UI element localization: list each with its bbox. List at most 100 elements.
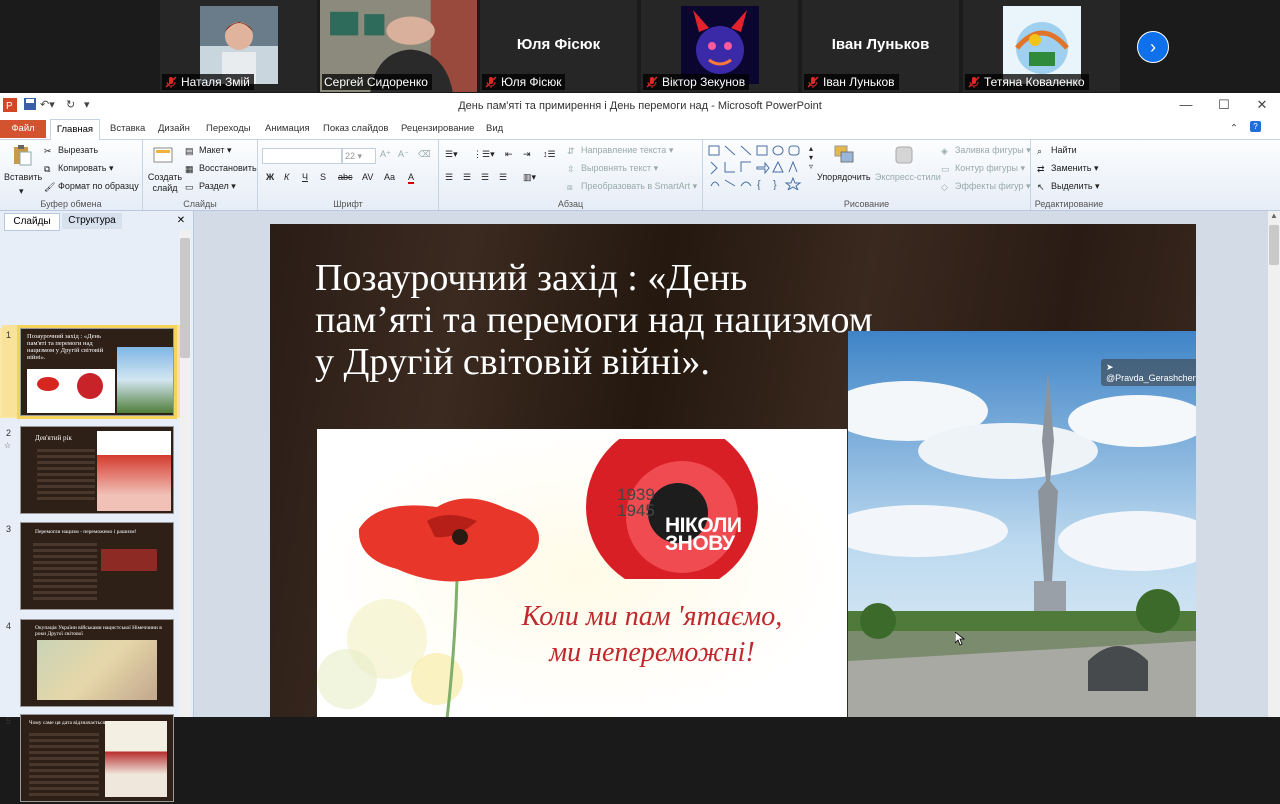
- slide-thumbnail[interactable]: Окупація України військами нацистської Н…: [20, 619, 174, 707]
- scroll-thumb[interactable]: [180, 238, 190, 358]
- italic-button[interactable]: К: [284, 172, 289, 182]
- shape-fill-button[interactable]: ◈ Заливка фигуры ▾: [941, 145, 1031, 156]
- tab-review[interactable]: Рецензирование: [401, 123, 474, 134]
- participant-tile[interactable]: Наталя Змій: [160, 0, 317, 92]
- smartart-button[interactable]: ⧈ Преобразовать в SmartArt ▾: [567, 181, 697, 192]
- reset-button[interactable]: ▦ Восстановить: [185, 163, 257, 174]
- copy-button[interactable]: ⧉ Копировать ▾: [44, 163, 114, 174]
- slide-thumb-row[interactable]: 2 ☆ Дев'ятий рік: [0, 426, 180, 516]
- replace-button[interactable]: ⇄ Заменить ▾: [1037, 163, 1098, 174]
- case-button[interactable]: Aa: [384, 172, 395, 182]
- shape-effects-button[interactable]: ◇ Эффекты фигур ▾: [941, 181, 1031, 192]
- minimize-button[interactable]: —: [1171, 97, 1201, 112]
- motherland-monument-photo[interactable]: ➤ @Pravda_Gerashchenko: [848, 331, 1196, 717]
- shadow-button[interactable]: S: [320, 172, 326, 182]
- clear-format-icon[interactable]: ⌫: [418, 149, 431, 160]
- new-slide-button[interactable]: Создать слайд: [147, 172, 183, 194]
- close-panel-icon[interactable]: ✕: [174, 213, 188, 229]
- font-color-button[interactable]: A: [408, 172, 415, 184]
- minimize-ribbon-icon[interactable]: ⌃: [1230, 123, 1238, 134]
- title-bar: P ↶▾ ↻ ▾ День пам'яті та примирення і Де…: [0, 93, 1280, 119]
- select-button[interactable]: ↖ Выделить ▾: [1037, 181, 1100, 192]
- tab-home[interactable]: Главная: [50, 119, 100, 140]
- align-right-icon[interactable]: ☰: [481, 172, 489, 183]
- tab-file[interactable]: Файл: [0, 120, 46, 138]
- participant-tile[interactable]: Іван Луньков Іван Луньков: [802, 0, 959, 92]
- font-name-input[interactable]: [262, 148, 342, 164]
- gallery-scroll-icon[interactable]: ▴ ▾ ▿: [809, 144, 813, 171]
- align-text-button[interactable]: ⇳ Выровнять текст ▾: [567, 163, 658, 174]
- tab-insert[interactable]: Вставка: [110, 123, 145, 134]
- tab-design[interactable]: Дизайн: [158, 123, 190, 134]
- bullets-icon[interactable]: ☰▾: [445, 149, 458, 160]
- participant-tile[interactable]: Віктор Зекунов: [641, 0, 798, 92]
- find-button[interactable]: ⌕ Найти: [1037, 145, 1077, 156]
- bold-button[interactable]: Ж: [266, 172, 274, 182]
- mic-muted-icon: [646, 76, 658, 88]
- panel-scrollbar[interactable]: [179, 230, 191, 717]
- current-slide[interactable]: Позаурочний захід : «День пам’яті та пер…: [270, 224, 1196, 717]
- justify-icon[interactable]: ☰: [499, 172, 507, 183]
- scissors-icon: ✂: [44, 146, 52, 156]
- slide-thumb-row-selected[interactable]: 1 Позаурочний захід : «День пам'яті та п…: [0, 325, 180, 419]
- align-center-icon[interactable]: ☰: [463, 172, 471, 183]
- line-spacing-icon[interactable]: ↕☰: [543, 149, 556, 160]
- layout-button[interactable]: ▤ Макет ▾: [185, 145, 232, 156]
- tab-animation[interactable]: Анимация: [265, 123, 310, 134]
- slide-thumb-row[interactable]: 4 Окупація України військами нацистської…: [0, 619, 180, 709]
- shapes-gallery[interactable]: {}: [707, 144, 811, 190]
- next-participants-button[interactable]: ›: [1137, 31, 1169, 63]
- paste-button[interactable]: Вставить: [4, 172, 42, 182]
- poppy-image[interactable]: 1939 1945 НІКОЛИ ЗНОВУ Коли ми пам 'ятає…: [317, 429, 847, 717]
- participant-tile[interactable]: Юля Фісюк Юля Фісюк: [480, 0, 637, 92]
- grow-font-icon[interactable]: A⁺: [380, 149, 391, 160]
- cut-button[interactable]: ✂ Вырезать: [44, 145, 98, 156]
- editor-scrollbar[interactable]: ▲: [1268, 211, 1280, 717]
- tab-slides[interactable]: Слайды: [4, 213, 60, 231]
- strikethrough-button[interactable]: abc: [338, 172, 353, 182]
- group-editing: ⌕ Найти ⇄ Заменить ▾ ↖ Выделить ▾ Редактиро…: [1031, 140, 1107, 210]
- mic-muted-icon: [807, 76, 819, 88]
- slide-number: 2: [6, 428, 12, 438]
- font-size-input[interactable]: 22 ▾: [342, 148, 376, 164]
- tab-view[interactable]: Вид: [486, 123, 503, 134]
- tab-transitions[interactable]: Переходы: [206, 123, 251, 134]
- slide-thumbnail[interactable]: Перемогли нацизм - переможемо і рашизм!: [20, 522, 174, 610]
- slide-thumbnail[interactable]: Чому саме ця дата відзначається: [20, 714, 174, 802]
- text-direction-button[interactable]: ⇵ Направление текста ▾: [567, 145, 673, 156]
- tab-slideshow[interactable]: Показ слайдов: [323, 123, 388, 134]
- paste-dropdown-icon[interactable]: ▾: [19, 186, 24, 197]
- format-painter-button[interactable]: 🖌 Формат по образцу: [44, 181, 139, 192]
- scroll-up-icon[interactable]: ▲: [1270, 211, 1278, 220]
- align-left-icon[interactable]: ☰: [445, 172, 453, 183]
- thumb-text-block: [29, 733, 99, 797]
- participant-name: Іван Луньков: [823, 75, 895, 89]
- shape-outline-button[interactable]: ▭ Контур фигуры ▾: [941, 163, 1025, 174]
- maximize-button[interactable]: ☐: [1209, 97, 1239, 113]
- tab-outline[interactable]: Структура: [62, 213, 122, 229]
- participant-label: Сергей Сидоренко: [322, 74, 432, 90]
- underline-button[interactable]: Ч: [302, 172, 308, 182]
- scroll-thumb[interactable]: [1269, 225, 1279, 265]
- slide-thumb-row[interactable]: 3 Перемогли нацизм - переможемо і рашизм…: [0, 522, 180, 612]
- slide-title[interactable]: Позаурочний захід : «День пам’яті та пер…: [315, 257, 875, 383]
- monument-photo: [848, 331, 1196, 717]
- participant-tile-active[interactable]: Сергей Сидоренко: [320, 0, 477, 92]
- slide-thumbnail[interactable]: Дев'ятий рік: [20, 426, 174, 514]
- quick-styles-button[interactable]: Экспресс-стили: [875, 172, 941, 182]
- section-button[interactable]: ▭ Раздел ▾: [185, 181, 236, 192]
- slide-thumbnail[interactable]: Позаурочний захід : «День пам'яті та пер…: [17, 325, 177, 419]
- slide-thumb-row[interactable]: 5 Чому саме ця дата відзначається: [0, 714, 180, 804]
- close-button[interactable]: ✕: [1247, 97, 1277, 113]
- columns-icon[interactable]: ▥▾: [523, 172, 536, 183]
- arrange-button[interactable]: Упорядочить: [817, 172, 871, 182]
- poppy-years: 1939 1945: [617, 486, 655, 519]
- shrink-font-icon[interactable]: A⁻: [398, 149, 409, 160]
- participant-tile[interactable]: Тетяна Коваленко: [963, 0, 1120, 92]
- indent-decrease-icon[interactable]: ⇤: [505, 149, 513, 160]
- poppy-caption: Коли ми пам 'ятаємо, ми непереможні!: [472, 599, 832, 671]
- help-icon[interactable]: ?: [1250, 121, 1261, 132]
- numbering-icon[interactable]: ⋮☰▾: [473, 149, 495, 160]
- indent-increase-icon[interactable]: ⇥: [523, 149, 531, 160]
- spacing-button[interactable]: AV: [362, 172, 373, 182]
